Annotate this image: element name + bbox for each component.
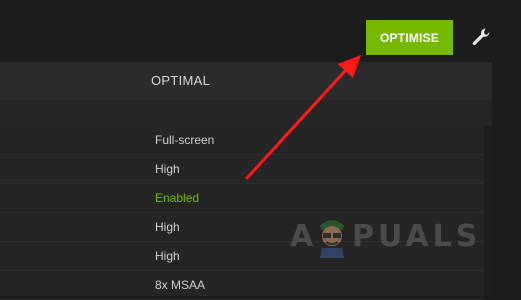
watermark-text-right: PUALS bbox=[352, 219, 482, 254]
table-row[interactable]: High bbox=[0, 155, 484, 184]
optimise-button[interactable]: OPTIMISE bbox=[366, 20, 453, 55]
optimal-value: High bbox=[155, 249, 180, 263]
column-header-row bbox=[0, 62, 492, 100]
scrollbar[interactable] bbox=[484, 126, 492, 296]
optimal-value: 8x MSAA bbox=[155, 278, 206, 292]
table-row[interactable]: Enabled bbox=[0, 184, 484, 213]
optimal-value-enabled: Enabled bbox=[155, 191, 200, 205]
appuals-watermark: A PUALS bbox=[290, 218, 490, 258]
wrench-icon[interactable] bbox=[471, 27, 491, 47]
optimal-column-header: OPTIMAL bbox=[151, 73, 211, 88]
optimal-value: High bbox=[155, 162, 180, 176]
table-row[interactable]: Full-screen bbox=[0, 126, 484, 155]
settings-list: Full-screen High Enabled High High 8x MS… bbox=[0, 126, 484, 300]
optimal-value: Full-screen bbox=[155, 133, 215, 147]
appuals-mascot-icon bbox=[320, 220, 344, 258]
optimal-value: High bbox=[155, 220, 180, 234]
table-subheader bbox=[0, 100, 492, 126]
